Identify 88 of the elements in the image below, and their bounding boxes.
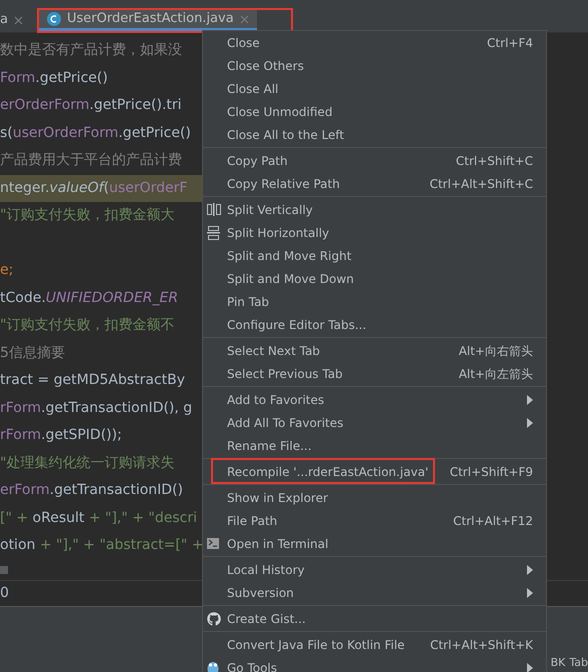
code-token: s(	[0, 124, 13, 143]
class-icon	[46, 12, 61, 26]
code-token: .getPrice()	[118, 124, 191, 143]
submenu-arrow-icon	[527, 564, 533, 574]
menu-item[interactable]: Close Others	[203, 54, 546, 77]
menu-item[interactable]: Rename File...	[203, 434, 546, 457]
menu-item[interactable]: Split Horizontally	[203, 221, 546, 244]
code-token: "订购支付失败，扣费金额不	[0, 316, 174, 336]
shortcut-label: Ctrl+F4	[487, 34, 533, 52]
menu-item[interactable]: Subversion	[203, 581, 546, 604]
code-token: erOrderForm	[0, 96, 90, 116]
code-token: tract = getMD5AbstractBy	[0, 371, 186, 390]
menu-item[interactable]: Select Next Tab Alt+向右箭头	[203, 339, 546, 362]
code-token: Form	[0, 68, 36, 88]
menu-item[interactable]: Close All to the Left	[203, 123, 546, 146]
shortcut-label: Ctrl+Alt+Shift+K	[430, 636, 533, 654]
code-token: [" +	[0, 508, 30, 528]
code-token: .getPrice()	[35, 68, 108, 88]
status-text: 0	[0, 584, 9, 602]
shortcut-label: Ctrl+Alt+Shift+C	[430, 176, 533, 192]
close-icon[interactable]	[240, 14, 249, 24]
code-token: userOrderF	[109, 178, 188, 198]
menu-item[interactable]: Split and Move Down	[203, 267, 546, 290]
split-vertical-icon	[207, 203, 221, 216]
editor-tab[interactable]: a	[0, 8, 31, 32]
code-token: .getTransactionID()	[50, 481, 184, 500]
menu-item[interactable]: Configure Editor Tabs...	[203, 313, 546, 336]
menu-item[interactable]: Create Gist...	[203, 607, 546, 630]
split-horizontal-icon	[207, 226, 220, 240]
shortcut-label: Alt+向右箭头	[458, 342, 533, 360]
submenu-arrow-icon	[527, 394, 533, 404]
tab-label: UserOrderEastAction.java	[66, 10, 234, 28]
shortcut-label: Ctrl+Shift+C	[456, 152, 533, 170]
menu-item[interactable]: Split Vertically	[203, 198, 546, 221]
menu-item[interactable]: Open in Terminal	[203, 532, 546, 555]
menu-item[interactable]: Pin Tab	[203, 290, 546, 313]
code-token: erForm	[0, 481, 50, 500]
code-token: otion	[0, 536, 36, 556]
code-token: nteger.	[0, 178, 50, 198]
scrollbar-thumb	[0, 566, 8, 574]
code-token: rForm	[0, 426, 42, 446]
menu-item[interactable]: Close Ctrl+F4	[203, 31, 546, 54]
menu-item[interactable]: File Path Ctrl+Alt+F12	[203, 509, 546, 532]
github-icon	[207, 612, 221, 626]
menu-item[interactable]: Select Previous Tab Alt+向左箭头	[203, 362, 546, 385]
terminal-icon	[207, 538, 219, 549]
shortcut-label: Ctrl+Shift+F9	[450, 464, 533, 480]
code-token: userOrderForm	[12, 124, 118, 143]
menu-item[interactable]: Local History	[203, 558, 546, 581]
menu-item[interactable]: Close Unmodified	[203, 100, 546, 123]
menu-item[interactable]: Copy Relative Path Ctrl+Alt+Shift+C	[203, 172, 546, 195]
code-token: "订购支付失败，扣费金额大	[0, 206, 174, 226]
shortcut-label: Ctrl+Alt+F12	[453, 512, 533, 530]
submenu-arrow-icon	[527, 588, 533, 598]
menu-item[interactable]: Go Tools	[203, 656, 546, 672]
code-token: UNIFIEDORDER_ER	[46, 288, 178, 308]
code-token: .getTransactionID(), g	[41, 398, 192, 418]
status-item: BK	[550, 654, 566, 670]
code-token: + "]," + "descri	[88, 508, 198, 528]
editor-tab[interactable]: UserOrderEastAction.java	[38, 10, 257, 31]
code-token: 5信息摘要	[0, 344, 65, 363]
code-token: 产品费用大于平台的产品计费	[0, 151, 182, 170]
submenu-arrow-icon	[527, 662, 533, 672]
code-token: "处理集约化统一订购请求失	[0, 454, 174, 473]
menu-item[interactable]: Add to Favorites	[203, 388, 546, 411]
code-token: oResult	[32, 508, 84, 528]
code-token: e;	[0, 261, 14, 280]
menu-item[interactable]: Recompile '...rderEastAction.java' Ctrl+Shift+F9	[203, 460, 546, 483]
menu-item[interactable]: Copy Path Ctrl+Shift+C	[203, 149, 546, 172]
code-token: 数中是否有产品计费，如果没	[0, 41, 182, 60]
code-token: tCode.	[0, 288, 46, 308]
code-token: valueOf	[49, 178, 104, 198]
tab-label: a	[0, 11, 8, 30]
menu-item[interactable]: Split and Move Right	[203, 244, 546, 267]
submenu-arrow-icon	[527, 418, 533, 428]
code-token: rForm	[0, 398, 42, 418]
mascot-icon	[207, 660, 219, 672]
menu-item[interactable]: Convert Java File to Kotlin File Ctrl+Alt+Shift+K	[203, 633, 546, 656]
code-token: .getSPID());	[41, 426, 122, 446]
menu-item[interactable]: Add All To Favorites	[203, 411, 546, 434]
status-item: Tab	[569, 654, 588, 670]
shortcut-label: Alt+向左箭头	[458, 366, 533, 382]
close-icon[interactable]	[14, 16, 23, 24]
code-token: (	[104, 178, 110, 198]
code-token: + "]," + "abstract=[" +	[38, 536, 202, 556]
menu-item[interactable]: Close All	[203, 77, 546, 100]
menu-item[interactable]: Show in Explorer	[203, 486, 546, 509]
code-token: .getPrice().tri	[89, 96, 182, 116]
